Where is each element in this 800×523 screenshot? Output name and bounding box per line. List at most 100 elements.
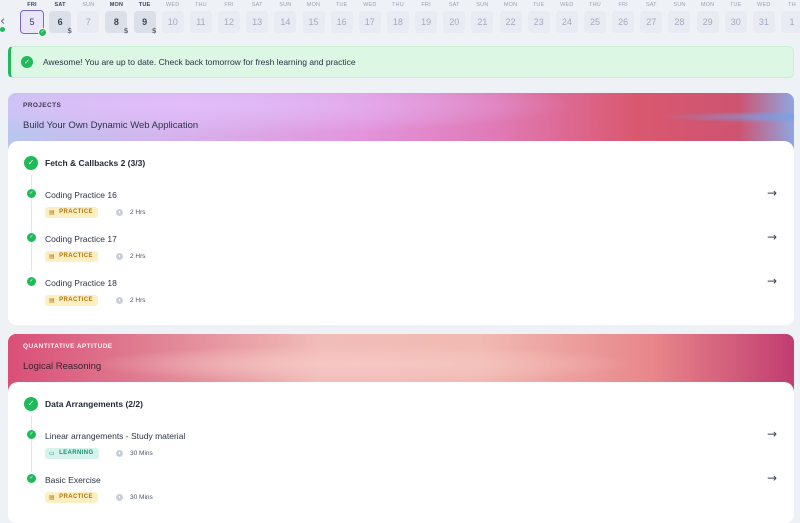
date-box: 31 — [752, 11, 775, 33]
duration: 2 Hrs — [116, 251, 146, 262]
date-number: 11 — [196, 17, 206, 27]
date-item[interactable]: FRI 19 — [414, 0, 438, 33]
check-circle-icon: ✓ — [24, 397, 38, 411]
date-item[interactable]: MON 15 — [302, 0, 326, 33]
clock-icon — [116, 494, 123, 501]
date-item[interactable]: SUN 21 — [470, 0, 494, 33]
date-item[interactable]: SAT 27 — [639, 0, 663, 33]
weekday-label: THU — [194, 2, 207, 8]
clock-icon — [116, 253, 123, 260]
date-box: 29 — [696, 11, 719, 33]
arrow-right-icon[interactable]: → — [767, 230, 777, 244]
date-box: 21 — [471, 11, 494, 33]
date-item[interactable]: WED 31 — [752, 0, 776, 33]
date-item[interactable]: WED 24 — [555, 0, 579, 33]
list-item[interactable]: ✓ Coding Practice 18 ▤ PRACTICE 2 Hrs → — [8, 274, 794, 317]
item-name: Coding Practice 18 — [45, 278, 117, 288]
weekday-label: FRI — [27, 2, 37, 8]
date-item[interactable]: WED 10 — [161, 0, 185, 33]
weekday-label: MON — [700, 2, 715, 8]
check-circle-icon: ✓ — [38, 28, 47, 37]
date-number: 31 — [758, 17, 769, 27]
date-box: 19 — [415, 11, 438, 33]
date-box: 10 — [161, 11, 184, 33]
date-box: 17 — [358, 11, 381, 33]
practice-badge: ▤ PRACTICE — [45, 295, 98, 306]
weekday-label: FRI — [421, 2, 431, 8]
clipboard-icon: ▤ — [49, 209, 56, 216]
date-item[interactable]: MON 8 $ — [104, 0, 128, 35]
item-name: Coding Practice 17 — [45, 234, 117, 244]
weekday-label: WED — [560, 2, 574, 8]
date-number: 6 — [57, 17, 63, 27]
clipboard-icon: ▤ — [49, 253, 56, 260]
date-item[interactable]: TUE 16 — [330, 0, 354, 33]
date-box: 8 $ — [105, 11, 128, 35]
date-item[interactable]: MON 22 — [499, 0, 523, 33]
date-number: 18 — [392, 17, 403, 27]
clock-icon — [116, 450, 123, 457]
list-item[interactable]: ✓ Coding Practice 17 ▤ PRACTICE 2 Hrs → — [8, 230, 794, 273]
duration: 30 Mins — [116, 492, 153, 503]
date-item[interactable]: SUN 7 — [76, 0, 100, 33]
practice-badge: ▤ PRACTICE — [45, 251, 98, 262]
weekday-label: THU — [589, 2, 601, 8]
date-item[interactable]: MON 29 — [696, 0, 720, 33]
list-item[interactable]: ✓ Linear arrangements - Study material ▭… — [8, 427, 794, 470]
date-item[interactable]: TUE 9 $ — [133, 0, 157, 35]
date-box: 18 — [386, 11, 409, 33]
date-box: 13 — [246, 11, 269, 33]
up-to-date-banner: ✓ Awesome! You are up to date. Check bac… — [8, 46, 794, 78]
weekday-label: SUN — [279, 2, 292, 8]
date-number: 9 — [142, 17, 148, 27]
date-box: 16 — [330, 11, 353, 33]
date-box: 24 — [555, 11, 578, 33]
date-box: 22 — [499, 11, 522, 33]
section-title: Logical Reasoning — [23, 361, 102, 372]
date-item[interactable]: SAT 13 — [245, 0, 269, 33]
date-item[interactable]: THU 18 — [386, 0, 410, 33]
date-box: 27 — [640, 11, 663, 33]
date-item[interactable]: FRI 12 — [217, 0, 241, 33]
date-box: 28 — [668, 11, 691, 33]
date-box: 15 — [302, 11, 325, 33]
check-circle-icon: ✓ — [27, 233, 36, 242]
date-item[interactable]: TUE 23 — [527, 0, 551, 33]
list-item[interactable]: ✓ Coding Practice 16 ▤ PRACTICE 2 Hrs → — [8, 186, 794, 229]
date-item[interactable]: SAT 20 — [442, 0, 466, 33]
date-item[interactable]: WED 17 — [358, 0, 382, 33]
list-item[interactable]: ✓ Basic Exercise ▤ PRACTICE 30 Mins → — [8, 471, 794, 514]
module-card: ✓ Data Arrangements (2/2) ✓ Linear arran… — [8, 382, 794, 523]
date-number: 22 — [505, 17, 516, 27]
date-item[interactable]: FRI 26 — [611, 0, 635, 33]
weekday-label: SAT — [645, 2, 657, 8]
date-box: 14 — [274, 11, 297, 33]
arrow-right-icon[interactable]: → — [767, 427, 777, 441]
item-name: Coding Practice 16 — [45, 190, 117, 200]
date-item[interactable]: THU 25 — [583, 0, 607, 33]
projects-section: PROJECTS Build Your Own Dynamic Web Appl… — [8, 93, 794, 325]
arrow-right-icon[interactable]: → — [767, 274, 777, 288]
date-number: 20 — [449, 17, 460, 27]
date-box: 26 — [612, 11, 635, 33]
date-item[interactable]: SUN 14 — [273, 0, 297, 33]
date-strip: ‹ FRI 5 ✓ SAT 6 $ SUN 7 MON 8 $ TUE 9 $ WED 10 THU 11 FRI 1… — [0, 0, 800, 40]
date-number: 16 — [336, 17, 347, 27]
module-card: ✓ Fetch & Callbacks 2 (3/3) ✓ Coding Pra… — [8, 141, 794, 325]
date-item[interactable]: TUE 30 — [724, 0, 748, 33]
date-box: 23 — [527, 11, 550, 33]
date-number: 15 — [308, 17, 319, 27]
date-number: 7 — [85, 17, 91, 27]
date-item[interactable]: SUN 28 — [667, 0, 691, 33]
arrow-right-icon[interactable]: → — [767, 471, 777, 485]
date-item[interactable]: THU 11 — [189, 0, 213, 33]
weekday-label: MON — [109, 2, 124, 8]
arrow-right-icon[interactable]: → — [767, 186, 777, 200]
date-number: 27 — [646, 17, 657, 27]
weekday-label: WED — [166, 2, 180, 8]
date-item[interactable]: FRI 5 ✓ — [20, 0, 47, 37]
date-item[interactable]: SAT 6 $ — [48, 0, 72, 35]
date-number: 13 — [252, 17, 263, 27]
progress-dot — [0, 27, 5, 32]
date-item[interactable]: TH 1 — [780, 0, 800, 33]
